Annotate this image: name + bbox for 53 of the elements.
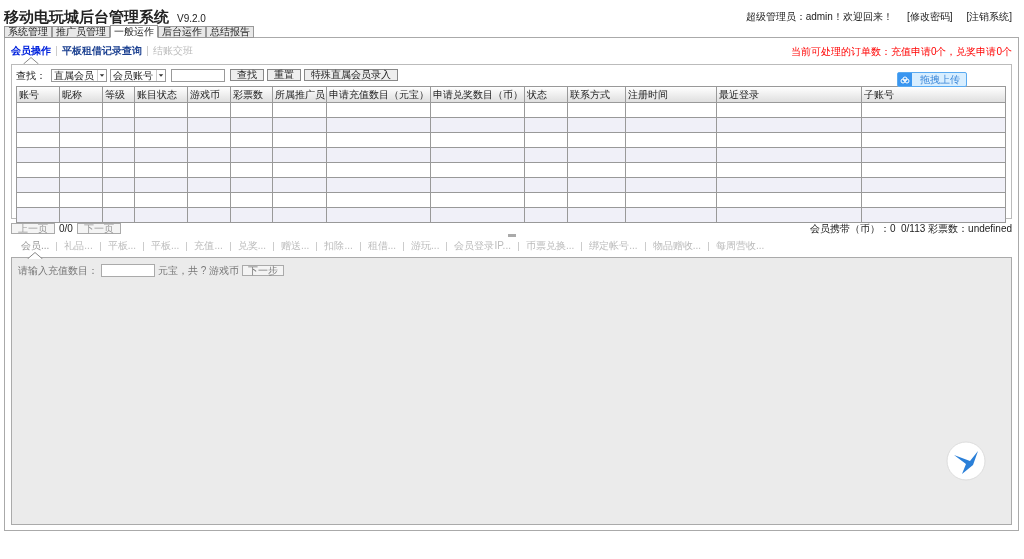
top-tab[interactable]: 总结报告 (206, 26, 254, 38)
header-link[interactable]: [注销系统] (966, 9, 1012, 24)
pending-orders-notice: 当前可处理的订单数：充值申请0个，兑奖申请0个 (790, 44, 1012, 59)
sub-tab[interactable]: 平板租借记录查询 (62, 46, 142, 64)
search-button[interactable]: 查找 (230, 69, 264, 81)
sub-tab[interactable]: 会员操作 (11, 46, 51, 64)
column-header: 状态 (524, 86, 568, 103)
top-tab[interactable]: 系统管理 (4, 26, 52, 38)
bird-icon[interactable] (946, 441, 986, 481)
column-header: 申请充值数目（元宝） (326, 86, 431, 103)
recharge-suffix: 元宝，共 ? 游戏币 (158, 264, 240, 278)
column-header: 联系方式 (567, 86, 626, 103)
column-header: 注册时间 (625, 86, 717, 103)
column-header: 账目状态 (134, 86, 188, 103)
tab-pointer-icon (27, 252, 44, 259)
column-header: 账号 (16, 86, 60, 103)
search-button[interactable]: 重置 (267, 69, 301, 81)
header-link[interactable]: [修改密码] (906, 9, 953, 24)
column-header: 游戏币 (187, 86, 231, 103)
filter-dropdown[interactable]: 直属会员 (51, 68, 107, 82)
column-header: 昵称 (59, 86, 103, 103)
column-header: 所属推广员 (272, 86, 327, 103)
welcome-text: 超级管理员：admin！欢迎回来！ (745, 10, 893, 24)
column-header: 最近登录 (716, 86, 862, 103)
dropdown-caret-icon (156, 69, 165, 81)
page-counter: 0/0 (59, 221, 73, 236)
search-field[interactable] (171, 68, 225, 82)
top-tab[interactable]: 推广员管理 (52, 26, 110, 38)
search-label: 查找： (16, 68, 46, 83)
search-button[interactable]: 特殊直属会员录入 (304, 69, 398, 81)
upload-button[interactable]: 拖拽上传 (897, 72, 967, 87)
next-step-button[interactable]: 下一步 (242, 265, 285, 276)
column-header: 申请兑奖数目（币） (430, 86, 525, 103)
recharge-label: 请输入充值数目： (18, 264, 98, 278)
top-tab[interactable]: 后台运作 (158, 26, 206, 38)
operation-tab[interactable]: 赠送... (281, 241, 310, 259)
cloud-icon (900, 75, 910, 84)
column-header: 彩票数 (230, 86, 273, 103)
operation-tab[interactable]: 扣除... (324, 241, 353, 259)
app-title: 移动电玩城后台管理系统 (4, 9, 169, 24)
column-header: 等级 (102, 86, 135, 103)
tab-pointer-icon (23, 57, 39, 64)
operation-tab[interactable]: 会员... (21, 241, 50, 259)
top-tab[interactable]: 一般运作 (110, 25, 158, 38)
operation-tab[interactable]: 游玩... (411, 241, 440, 259)
filter-dropdown[interactable]: 会员账号 (110, 68, 166, 82)
resize-handle[interactable] (507, 234, 516, 237)
member-summary: 会员携带（币）：0 0/113 彩票数：undefined (809, 221, 1012, 236)
dropdown-caret-icon (97, 69, 106, 81)
recharge-amount-field[interactable] (101, 264, 155, 277)
version-label: V9.2.0 (177, 14, 206, 24)
column-header: 子账号 (861, 86, 1006, 103)
operation-tab[interactable]: 租借... (367, 241, 397, 259)
